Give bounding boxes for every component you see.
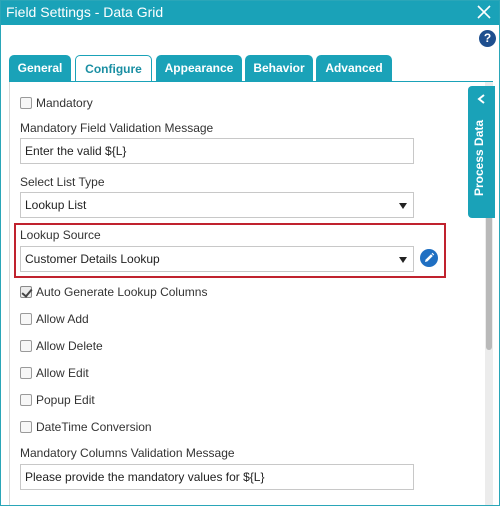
- mandatory-message-label: Mandatory Field Validation Message: [20, 121, 214, 135]
- auto-generate-checkbox[interactable]: [20, 286, 32, 298]
- lookup-source-label: Lookup Source: [20, 228, 101, 242]
- edit-lookup-button[interactable]: [420, 249, 438, 267]
- auto-generate-label: Auto Generate Lookup Columns: [36, 285, 208, 299]
- configure-panel: Mandatory Mandatory Field Validation Mes…: [9, 82, 493, 505]
- tab-general[interactable]: General: [9, 55, 71, 81]
- pencil-icon: [425, 252, 435, 262]
- chevron-left-icon: [477, 94, 485, 104]
- mandatory-label: Mandatory: [36, 96, 93, 110]
- process-data-label: Process Data: [472, 119, 486, 196]
- select-list-type-dropdown[interactable]: Lookup List: [20, 192, 414, 218]
- allow-add-label: Allow Add: [36, 312, 89, 326]
- help-icon[interactable]: ?: [479, 30, 496, 47]
- title-bar: Field Settings - Data Grid: [1, 1, 499, 25]
- allow-delete-label: Allow Delete: [36, 339, 103, 353]
- select-list-type-value: Lookup List: [25, 198, 87, 212]
- field-settings-dialog: Field Settings - Data Grid ? General Con…: [0, 0, 500, 506]
- lookup-source-value: Customer Details Lookup: [25, 252, 160, 266]
- popup-edit-label: Popup Edit: [36, 393, 95, 407]
- chevron-down-icon: [399, 257, 407, 263]
- mandatory-columns-message-input[interactable]: Please provide the mandatory values for …: [20, 464, 414, 490]
- lookup-source-dropdown[interactable]: Customer Details Lookup: [20, 246, 414, 272]
- datetime-conversion-label: DateTime Conversion: [36, 420, 152, 434]
- allow-edit-checkbox[interactable]: [20, 367, 32, 379]
- process-data-panel-toggle[interactable]: Process Data: [468, 86, 495, 218]
- allow-edit-label: Allow Edit: [36, 366, 89, 380]
- mandatory-checkbox[interactable]: [20, 97, 32, 109]
- tab-advanced[interactable]: Advanced: [316, 55, 392, 81]
- tab-appearance[interactable]: Appearance: [156, 55, 242, 81]
- tab-configure[interactable]: Configure: [75, 55, 152, 82]
- allow-delete-checkbox[interactable]: [20, 340, 32, 352]
- datetime-conversion-checkbox[interactable]: [20, 421, 32, 433]
- chevron-down-icon: [399, 203, 407, 209]
- allow-add-checkbox[interactable]: [20, 313, 32, 325]
- select-list-type-label: Select List Type: [20, 175, 105, 189]
- mandatory-columns-message-label: Mandatory Columns Validation Message: [20, 446, 235, 460]
- dialog-title: Field Settings - Data Grid: [6, 4, 164, 20]
- tab-behavior[interactable]: Behavior: [245, 55, 313, 81]
- mandatory-message-input[interactable]: Enter the valid ${L}: [20, 138, 414, 164]
- popup-edit-checkbox[interactable]: [20, 394, 32, 406]
- close-icon[interactable]: [475, 3, 493, 21]
